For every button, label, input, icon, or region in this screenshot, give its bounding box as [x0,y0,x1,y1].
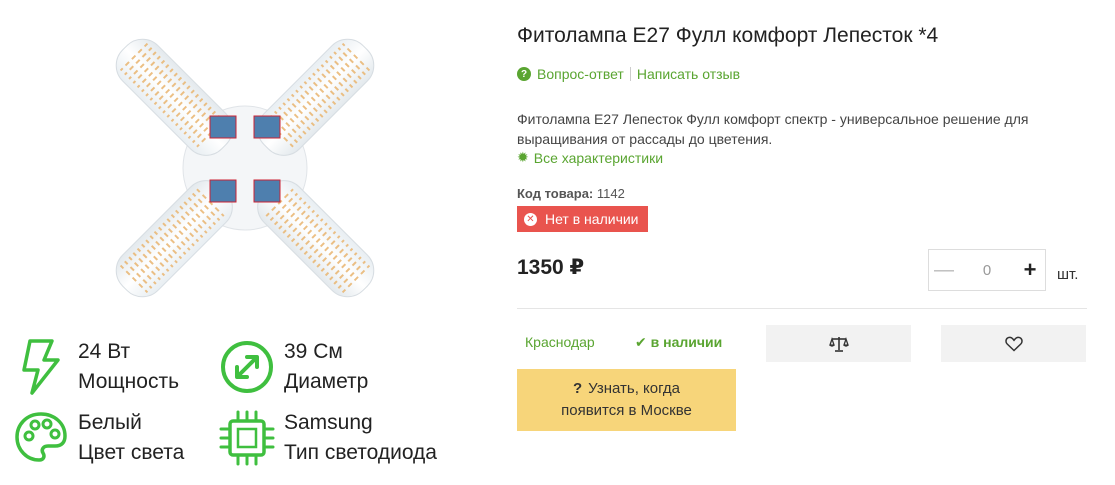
scales-icon [828,336,849,352]
notify-when-available-button[interactable]: ? Узнать, когда появится в Москве [517,369,736,431]
spec-led-type: Samsung Тип светодиода [218,408,437,468]
spec-value: Белый [78,411,142,434]
spec-diameter: 39 См Диаметр [218,337,368,397]
write-review-link[interactable]: Написать отзыв [637,66,740,82]
all-specs-link[interactable]: Все характеристики [534,150,663,166]
all-specs-link-row[interactable]: ✹ Все характеристики [517,149,663,166]
product-gallery: 24 Вт Мощность 39 См Диаметр Белый Цвет … [0,0,500,485]
chip-icon [218,409,276,467]
check-icon: ✔ [635,334,647,350]
favorite-button[interactable] [941,325,1086,362]
product-links: ? Вопрос-ответ Написать отзыв [517,66,740,82]
plus-button[interactable]: + [1015,257,1045,283]
product-info: Фитолампа E27 Фулл комфорт Лепесток *4 ?… [517,0,1107,485]
spec-power: 24 Вт Мощность [12,337,179,397]
stock-status-text: Нет в наличии [545,211,639,227]
product-title: Фитолампа E27 Фулл комфорт Лепесток *4 [517,24,939,47]
diameter-icon [218,338,276,396]
gear-icon: ✹ [517,149,529,165]
divider [517,308,1087,309]
question-icon: ? [517,67,531,81]
lightning-icon [12,338,70,396]
heart-icon [1004,336,1023,352]
spec-value: 39 См [284,340,343,363]
product-code: Код товара: 1142 [517,186,625,201]
quantity-input[interactable]: 0 [983,262,991,279]
stock-status-badge: ✕ Нет в наличии [517,206,648,232]
question-mark-icon: ? [572,380,583,397]
notify-line-1: Узнать, когда [588,380,681,397]
product-price: 1350 ₽ [517,256,585,279]
spec-label: Тип светодиода [284,441,437,464]
notify-line-2: появится в Москве [561,402,692,419]
compare-button[interactable] [766,325,911,362]
links-divider [629,67,631,81]
qa-link[interactable]: Вопрос-ответ [537,66,624,82]
spec-color: Белый Цвет света [12,408,184,468]
spec-value: 24 Вт [78,340,131,363]
store-availability: ✔ в наличии [635,334,722,351]
spec-list: 24 Вт Мощность 39 См Диаметр Белый Цвет … [0,335,500,485]
store-availability-text: в наличии [650,334,723,350]
spec-label: Цвет света [78,441,185,464]
spec-value: Samsung [284,411,373,434]
close-circle-icon: ✕ [524,212,537,226]
product-code-value: 1142 [596,186,625,201]
store-city-link[interactable]: Краснодар [525,334,595,350]
product-code-label: Код товара: [517,186,594,201]
spec-label: Мощность [78,370,180,393]
spec-label: Диаметр [284,370,369,393]
palette-icon [12,409,70,467]
minus-button[interactable]: — [929,259,959,282]
quantity-stepper: — 0 + [928,249,1046,291]
product-description: Фитолампа E27 Лепесток Фулл комфорт спек… [517,111,1029,147]
product-image[interactable] [60,8,430,338]
quantity-unit: шт. [1057,266,1079,283]
